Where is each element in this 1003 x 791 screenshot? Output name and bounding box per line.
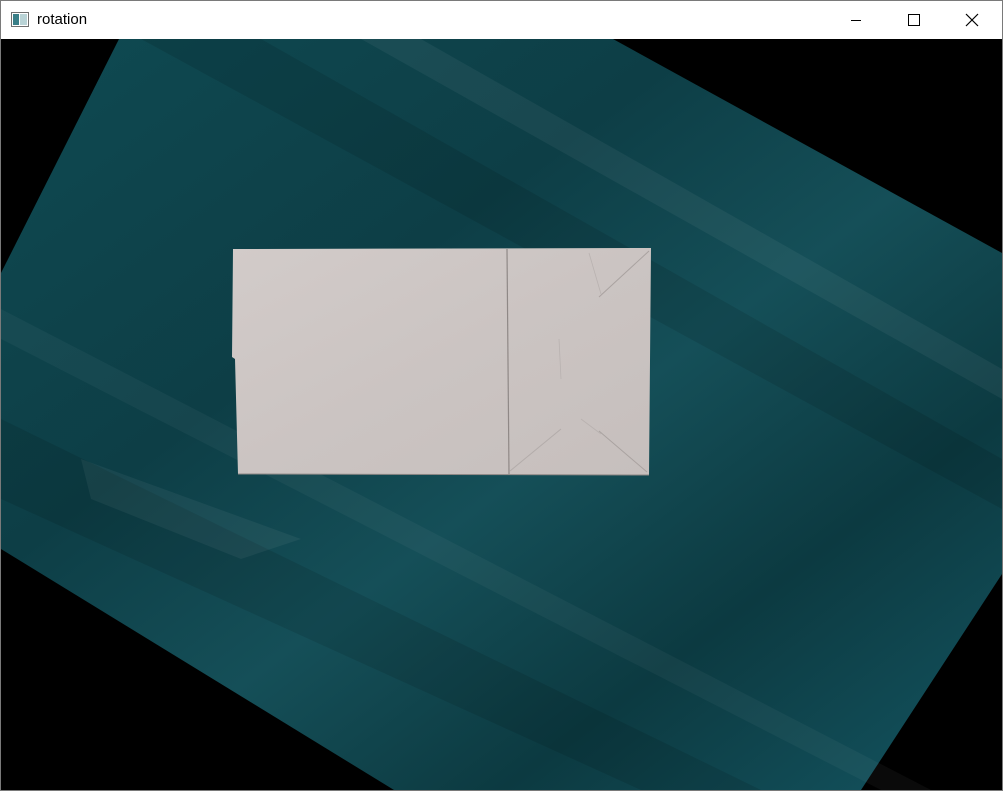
minimize-icon — [850, 14, 862, 26]
paper-sheet — [232, 248, 651, 476]
maximize-button[interactable] — [885, 1, 943, 39]
close-icon — [965, 13, 979, 27]
minimize-button[interactable] — [827, 1, 885, 39]
window-title: rotation — [37, 11, 88, 28]
maximize-icon — [908, 14, 920, 26]
image-view — [1, 39, 1002, 790]
close-button[interactable] — [943, 1, 1001, 39]
rotated-image — [1, 39, 1002, 790]
title-bar[interactable]: rotation — [1, 1, 1002, 39]
app-window: rotation — [0, 0, 1003, 791]
app-window-icon — [11, 12, 29, 27]
